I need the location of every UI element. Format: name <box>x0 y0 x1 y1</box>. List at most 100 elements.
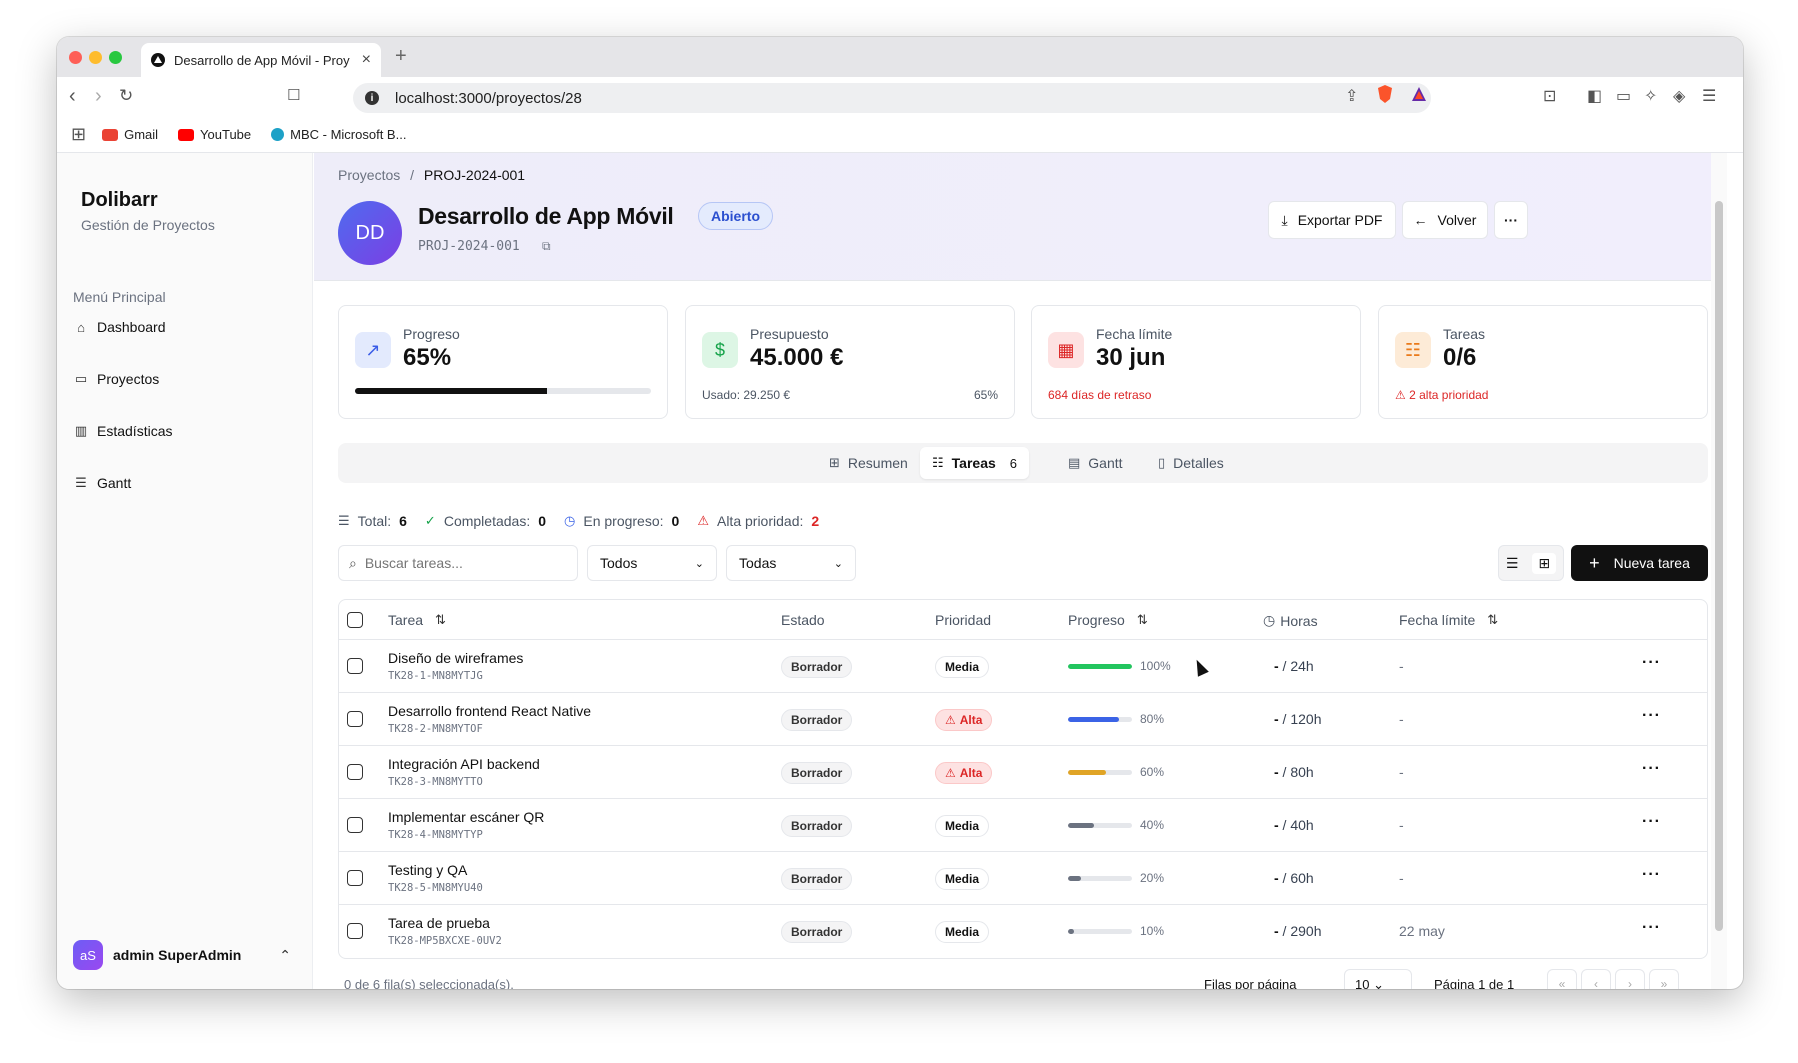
brave-shield-icon[interactable] <box>1377 85 1393 103</box>
tab-label: Detalles <box>1173 455 1224 471</box>
task-name[interactable]: Implementar escáner QR <box>388 809 544 825</box>
breadcrumb-root[interactable]: Proyectos <box>338 167 400 183</box>
minimize-window-button[interactable] <box>89 51 102 64</box>
table-footer: 0 de 6 fila(s) seleccionada(s). Filas po… <box>344 969 1714 989</box>
sort-icon[interactable]: ⇅ <box>1137 612 1148 628</box>
row-checkbox[interactable] <box>347 764 363 780</box>
sidebar-item-dashboard[interactable]: ⌂ Dashboard <box>73 309 297 345</box>
wallet-icon[interactable]: ▭ <box>1616 86 1631 106</box>
sidebar-item-estadisticas[interactable]: ▥ Estadísticas <box>73 413 297 449</box>
search-box: ⌕ <box>338 545 578 581</box>
row-checkbox[interactable] <box>347 658 363 674</box>
bookmark-icon[interactable]: ☐ <box>287 85 300 107</box>
scrollbar[interactable] <box>1711 153 1727 989</box>
list-icon: ☰ <box>338 513 350 528</box>
task-progress-fill <box>1068 717 1120 722</box>
row-more-icon[interactable]: ··· <box>1642 813 1661 831</box>
tab-detalles[interactable]: ▯ Detalles <box>1146 447 1236 479</box>
table-row[interactable]: Integración API backend TK28-3-MN8MYTTO Bo… <box>339 746 1707 799</box>
leo-icon[interactable]: ⊡ <box>1543 86 1556 106</box>
task-name[interactable]: Desarrollo frontend React Native <box>388 703 591 719</box>
close-window-button[interactable] <box>69 51 82 64</box>
row-more-icon[interactable]: ··· <box>1642 707 1661 725</box>
site-info-icon[interactable]: i <box>365 91 379 105</box>
table-row[interactable]: Desarrollo frontend React Native TK28-2-M… <box>339 693 1707 746</box>
back-icon[interactable]: ‹ <box>69 85 76 107</box>
copy-icon[interactable]: ⧉ <box>542 239 551 254</box>
hours-total: / 24h <box>1278 658 1314 674</box>
col-progress[interactable]: Progreso ⇅ <box>1068 612 1148 628</box>
brave-rewards-icon[interactable] <box>1411 85 1427 103</box>
tab-close-icon[interactable]: × <box>362 51 371 69</box>
apps-grid-icon[interactable]: ⊞ <box>71 124 86 145</box>
scrollbar-thumb[interactable] <box>1715 201 1723 931</box>
task-name[interactable]: Integración API backend <box>388 756 540 772</box>
ai-icon[interactable]: ✧ <box>1644 86 1657 106</box>
zoom-window-button[interactable] <box>109 51 122 64</box>
col-task[interactable]: Tarea ⇅ <box>388 612 446 628</box>
trending-up-icon: ↗ <box>355 332 391 368</box>
tab-gantt[interactable]: ▤ Gantt <box>1056 447 1135 479</box>
rows-per-page-select[interactable]: 10 ⌄ <box>1344 969 1412 989</box>
row-checkbox[interactable] <box>347 817 363 833</box>
back-button[interactable]: ← Volver <box>1402 201 1488 239</box>
list-view-icon[interactable]: ☰ <box>1506 555 1519 572</box>
task-progress-fill <box>1068 770 1107 775</box>
table-row[interactable]: Tarea de prueba TK28-MP5BXCXE-0UV2 Borrado… <box>339 905 1707 958</box>
export-pdf-button[interactable]: ⤓ Exportar PDF <box>1268 201 1396 239</box>
tab-tareas[interactable]: ☷ Tareas 6 <box>920 447 1029 479</box>
bookmark-mbc[interactable]: MBC - Microsoft B... <box>271 127 406 142</box>
project-code: PROJ-2024-001 <box>418 239 520 254</box>
table-row[interactable]: Diseño de wireframes TK28-1-MN8MYTJG Borra… <box>339 640 1707 693</box>
new-task-button[interactable]: + Nueva tarea <box>1571 545 1708 581</box>
task-name[interactable]: Diseño de wireframes <box>388 650 523 666</box>
browser-tab[interactable]: Desarrollo de App Móvil - Proy × <box>141 43 381 77</box>
sidebar-item-proyectos[interactable]: ▭ Proyectos <box>73 361 297 397</box>
row-more-icon[interactable]: ··· <box>1642 760 1661 778</box>
state-badge: Borrador <box>781 815 853 837</box>
table-row[interactable]: Testing y QA TK28-5-MN8MYU40 Borrador Media… <box>339 852 1707 905</box>
address-bar[interactable]: i localhost:3000/proyectos/28 <box>353 83 1431 113</box>
select-all-checkbox[interactable] <box>347 612 363 628</box>
new-tab-icon[interactable]: + <box>395 45 407 68</box>
summary-value: 0 <box>538 513 547 529</box>
sidebar-icon[interactable]: ◧ <box>1587 86 1602 106</box>
share-icon[interactable]: ⇪ <box>1345 86 1358 106</box>
next-page-button[interactable]: › <box>1615 969 1645 989</box>
user-menu[interactable]: aS admin SuperAdmin ⌃ <box>69 931 301 979</box>
bookmark-gmail[interactable]: Gmail <box>102 127 158 142</box>
state-badge: Borrador <box>781 762 853 784</box>
forward-icon[interactable]: › <box>95 85 102 107</box>
row-checkbox[interactable] <box>347 711 363 727</box>
sort-icon[interactable]: ⇅ <box>1487 612 1498 628</box>
reload-icon[interactable]: ↻ <box>119 85 133 107</box>
row-more-icon[interactable]: ··· <box>1642 866 1661 884</box>
row-checkbox[interactable] <box>347 870 363 886</box>
task-progress-bar <box>1068 929 1132 934</box>
row-more-icon[interactable]: ··· <box>1642 919 1661 937</box>
first-page-button[interactable]: « <box>1547 969 1577 989</box>
state-filter-select[interactable]: Todos ⌄ <box>587 545 717 581</box>
row-checkbox[interactable] <box>347 923 363 939</box>
tab-resumen[interactable]: ⊞ Resumen <box>817 447 920 479</box>
grid-view-icon[interactable]: ⊞ <box>1532 552 1557 574</box>
task-name[interactable]: Testing y QA <box>388 862 467 878</box>
folder-icon: ▭ <box>74 371 88 386</box>
sidebar-item-gantt[interactable]: ☰ Gantt <box>73 465 297 501</box>
col-due[interactable]: Fecha límite ⇅ <box>1399 612 1498 628</box>
stat-value: 0/6 <box>1443 344 1477 371</box>
search-input[interactable] <box>364 555 555 571</box>
more-actions-button[interactable]: ··· <box>1494 201 1528 239</box>
row-more-icon[interactable]: ··· <box>1642 654 1661 672</box>
project-header: Proyectos / PROJ-2024-001 DD Desarrollo … <box>314 153 1727 281</box>
col-state: Estado <box>781 612 825 628</box>
prev-page-button[interactable]: ‹ <box>1581 969 1611 989</box>
bookmark-youtube[interactable]: YouTube <box>178 127 251 142</box>
vpn-icon[interactable]: ◈ <box>1673 86 1685 106</box>
sort-icon[interactable]: ⇅ <box>435 612 446 628</box>
menu-icon[interactable]: ☰ <box>1702 86 1716 106</box>
table-row[interactable]: Implementar escáner QR TK28-4-MN8MYTYP Bor… <box>339 799 1707 852</box>
task-name[interactable]: Tarea de prueba <box>388 915 490 931</box>
last-page-button[interactable]: » <box>1649 969 1679 989</box>
priority-filter-select[interactable]: Todas ⌄ <box>726 545 856 581</box>
